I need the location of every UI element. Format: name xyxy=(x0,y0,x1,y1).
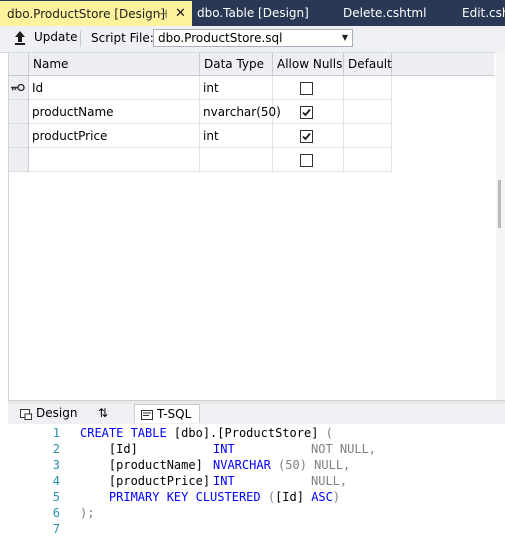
cell-allow-nulls[interactable] xyxy=(273,100,344,124)
column-header-name[interactable]: Name xyxy=(29,53,200,76)
cell-allow-nulls[interactable] xyxy=(273,148,344,172)
code-line-1: CREATE TABLE [dbo].[ProductStore] ( xyxy=(80,426,333,440)
row-header[interactable] xyxy=(9,124,29,148)
tsql-script-icon xyxy=(141,410,153,420)
code-line-2: [Id] INT NOT NULL, xyxy=(80,442,376,456)
sql-column: [productPrice] xyxy=(80,474,211,488)
design-view-icon xyxy=(20,409,32,420)
line-number: 1 xyxy=(52,426,60,440)
tab-label: dbo.ProductStore [Design] xyxy=(7,7,166,21)
sql-null: NOT NULL, xyxy=(311,442,377,456)
row-header[interactable] xyxy=(9,76,29,100)
swap-panes-button[interactable]: ⇅ xyxy=(92,404,130,423)
tab-delete-cshtml[interactable]: Delete.cshtml xyxy=(343,0,426,26)
sql-type: NVARCHAR xyxy=(213,458,271,472)
script-file-select[interactable]: dbo.ProductStore.sql ▼ xyxy=(153,29,353,47)
line-number: 4 xyxy=(52,474,60,488)
cell-default[interactable] xyxy=(344,124,392,148)
allow-nulls-checkbox[interactable] xyxy=(300,154,313,167)
cell-data-type[interactable]: int xyxy=(200,76,273,100)
code-line-4: [productPrice] INT NULL, xyxy=(80,474,347,488)
sql-punctuation: ); xyxy=(80,506,95,520)
columns-grid: Name Data Type Allow Nulls Default Id in… xyxy=(8,53,494,400)
cell-default[interactable] xyxy=(344,76,392,100)
script-file-value: dbo.ProductStore.sql xyxy=(158,31,283,45)
tsql-editor[interactable]: 1 2 3 4 5 6 7 CREATE TABLE [dbo].[Produc… xyxy=(8,424,505,536)
tab-design[interactable]: Design xyxy=(14,404,78,423)
column-header-allow-nulls[interactable]: Allow Nulls xyxy=(273,53,344,76)
tab-design-label: Design xyxy=(36,406,78,420)
sql-punctuation: ) xyxy=(332,490,341,504)
sql-type: INT xyxy=(213,442,235,456)
checkmark-icon xyxy=(302,108,311,117)
cell-name[interactable] xyxy=(29,148,200,172)
tab-tsql[interactable]: T-SQL xyxy=(134,404,200,423)
cell-allow-nulls[interactable] xyxy=(273,76,344,100)
cell-default[interactable] xyxy=(344,148,392,172)
line-number: 2 xyxy=(52,442,60,456)
allow-nulls-checkbox[interactable] xyxy=(300,130,313,143)
sql-size: (50) xyxy=(270,458,307,472)
code-line-3: [productName] NVARCHAR (50) NULL, xyxy=(80,458,350,472)
tab-productstore-design[interactable]: dbo.ProductStore [Design] ⊣ ✕ xyxy=(0,1,192,26)
tab-label: Edit.csht xyxy=(462,6,505,20)
tab-label: dbo.Table [Design] xyxy=(197,6,309,20)
grid-corner-header xyxy=(9,53,29,76)
swap-icon: ⇅ xyxy=(98,406,109,420)
code-line-5: PRIMARY KEY CLUSTERED ([Id] ASC) xyxy=(80,490,340,504)
line-number: 5 xyxy=(52,490,60,504)
sql-column: [Id] xyxy=(80,442,138,456)
sql-null: NULL, xyxy=(311,474,348,488)
tab-edit-cshtml[interactable]: Edit.csht xyxy=(462,0,505,26)
sql-keyword: ASC xyxy=(303,490,333,504)
tab-label: Delete.cshtml xyxy=(343,6,427,20)
cell-data-type[interactable] xyxy=(200,148,273,172)
tab-table-design[interactable]: dbo.Table [Design] xyxy=(197,0,309,26)
sql-keyword: PRIMARY KEY CLUSTERED xyxy=(80,490,261,504)
cell-data-type[interactable]: int xyxy=(200,124,273,148)
cell-default[interactable] xyxy=(344,100,392,124)
line-number: 3 xyxy=(52,458,60,472)
dropdown-arrow-icon[interactable]: ▼ xyxy=(342,33,348,42)
cell-data-type[interactable]: nvarchar(50) xyxy=(200,100,281,124)
line-number: 7 xyxy=(52,522,60,536)
sql-column: [productName] xyxy=(80,458,203,472)
column-header-data-type[interactable]: Data Type xyxy=(200,53,273,76)
scrollbar-thumb[interactable] xyxy=(498,180,501,228)
view-tabs-bar xyxy=(8,404,505,425)
cell-allow-nulls[interactable] xyxy=(273,124,344,148)
close-icon[interactable]: ✕ xyxy=(175,1,186,26)
code-line-6: ); xyxy=(80,506,94,520)
sql-null: NULL, xyxy=(306,458,351,472)
row-header[interactable] xyxy=(9,100,29,124)
sql-keyword: CREATE TABLE xyxy=(80,426,167,440)
checkmark-icon xyxy=(302,132,311,141)
line-number: 6 xyxy=(52,506,60,520)
sql-identifier: [dbo].[ProductStore] xyxy=(166,426,319,440)
allow-nulls-checkbox[interactable] xyxy=(300,106,313,119)
row-header[interactable] xyxy=(9,148,29,172)
tab-tsql-label: T-SQL xyxy=(157,407,192,421)
sql-punctuation: ( xyxy=(260,490,276,504)
primary-key-icon xyxy=(11,84,25,91)
pin-icon[interactable]: ⊣ xyxy=(157,1,167,26)
script-file-label: Script File: xyxy=(91,31,154,45)
document-tab-strip: dbo.ProductStore [Design] ⊣ ✕ dbo.Table … xyxy=(0,0,505,26)
sql-type: INT xyxy=(213,474,235,488)
cell-name[interactable]: productName xyxy=(29,100,200,124)
column-header-default[interactable]: Default xyxy=(344,53,392,76)
update-button[interactable]: Update xyxy=(34,30,77,44)
cell-name[interactable]: productPrice xyxy=(29,124,200,148)
cell-name[interactable]: Id xyxy=(29,76,200,100)
sql-column: [Id] xyxy=(275,490,304,504)
allow-nulls-checkbox[interactable] xyxy=(300,82,313,95)
upload-arrow-icon[interactable] xyxy=(14,30,26,46)
toolbar-separator xyxy=(80,31,81,47)
grid-header-filler xyxy=(392,53,494,76)
sql-punctuation: ( xyxy=(318,426,333,440)
